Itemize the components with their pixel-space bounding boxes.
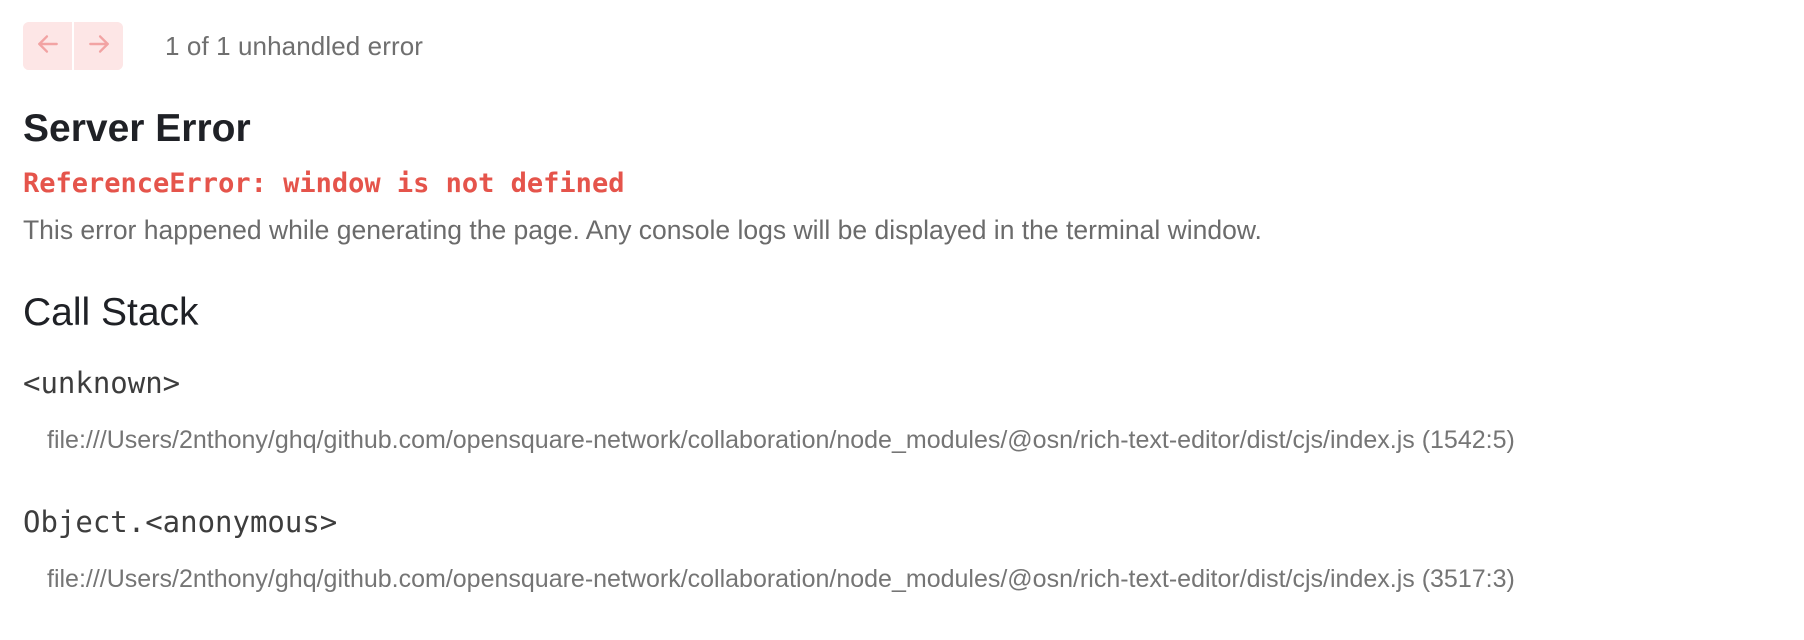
frame-location-link[interactable]: file:///Users/2nthony/ghq/github.com/ope…	[47, 425, 1515, 455]
arrow-right-icon	[86, 31, 112, 62]
error-message: ReferenceError: window is not defined	[23, 168, 625, 199]
next-error-button[interactable]	[72, 22, 123, 70]
frame-location-link[interactable]: file:///Users/2nthony/ghq/github.com/ope…	[47, 564, 1515, 594]
call-stack-frame: <unknown> file:///Users/2nthony/ghq/gith…	[23, 366, 1515, 455]
error-description: This error happened while generating the…	[23, 215, 1262, 245]
call-stack-frame: Object.<anonymous> file:///Users/2nthony…	[23, 505, 1515, 594]
page-title: Server Error	[23, 107, 251, 150]
frame-function-name: <unknown>	[23, 366, 181, 400]
frame-function-name: Object.<anonymous>	[23, 505, 338, 539]
arrow-left-icon	[35, 31, 61, 62]
error-count-text: 1 of 1 unhandled error	[165, 30, 424, 61]
error-pagination: 1 of 1 unhandled error	[23, 22, 423, 70]
error-nav-buttons	[23, 22, 123, 70]
previous-error-button[interactable]	[23, 22, 72, 70]
call-stack-heading: Call Stack	[23, 291, 199, 334]
